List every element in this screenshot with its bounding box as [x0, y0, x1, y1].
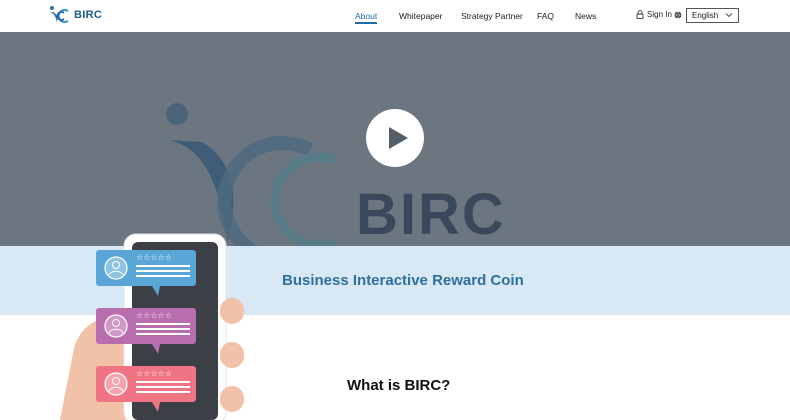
- svg-text:☆☆☆☆☆: ☆☆☆☆☆: [136, 311, 172, 320]
- globe-icon: [674, 11, 682, 19]
- sign-in-link[interactable]: Sign In: [636, 10, 672, 19]
- sign-in-label: Sign In: [647, 10, 672, 19]
- hero-logo-text: BIRC: [356, 182, 506, 246]
- svg-text:☆☆☆☆☆: ☆☆☆☆☆: [136, 369, 172, 378]
- svg-text:☆☆☆☆☆: ☆☆☆☆☆: [136, 253, 172, 262]
- hero-video[interactable]: BIRC: [0, 32, 790, 246]
- play-icon: [389, 127, 408, 149]
- nav-strategy-partner[interactable]: Strategy Partner: [461, 11, 523, 21]
- language-select[interactable]: English: [686, 8, 739, 23]
- nav-news[interactable]: News: [575, 11, 596, 21]
- phone-review-illustration: ☆☆☆☆☆ ☆☆☆☆☆ ☆☆☆☆☆: [60, 233, 244, 420]
- tagline: Business Interactive Reward Coin: [282, 272, 524, 289]
- lock-icon: [636, 10, 644, 19]
- nav-about[interactable]: About: [355, 11, 377, 21]
- nav-whitepaper[interactable]: Whitepaper: [399, 11, 442, 21]
- brand-name: BIRC: [74, 9, 103, 21]
- finger-shape: [220, 298, 244, 324]
- language-value: English: [692, 11, 719, 20]
- brand-logo-icon: [50, 6, 69, 24]
- nav-active-indicator: [355, 22, 377, 24]
- finger-shape: [220, 342, 244, 368]
- hero-birc-logo: BIRC: [166, 103, 506, 246]
- brand-logo[interactable]: BIRC: [48, 5, 102, 25]
- play-button[interactable]: [366, 109, 424, 167]
- chevron-down-icon: [725, 13, 733, 18]
- top-header: BIRC About Whitepaper Strategy Partner F…: [0, 0, 790, 32]
- section-title: What is BIRC?: [347, 377, 451, 394]
- finger-shape: [220, 386, 244, 412]
- nav-faq[interactable]: FAQ: [537, 11, 554, 21]
